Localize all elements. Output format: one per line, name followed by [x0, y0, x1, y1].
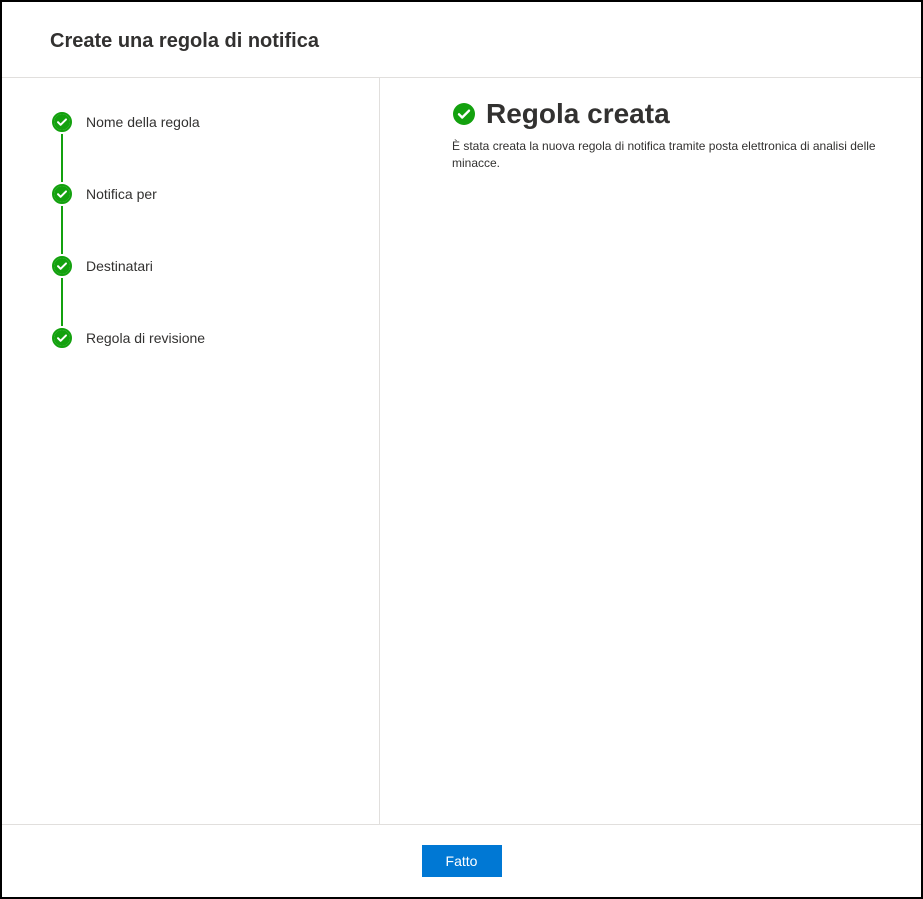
wizard-main: Regola creata È stata creata la nuova re…	[380, 78, 921, 824]
result-description: È stata creata la nuova regola di notifi…	[452, 138, 897, 172]
wizard-step-notify-for: Notifica per	[50, 182, 379, 206]
content-wrapper: Nome della regola Notifica per Destinata…	[2, 77, 921, 824]
result-header: Regola creata	[452, 98, 897, 130]
result-title: Regola creata	[486, 98, 670, 130]
step-connector	[61, 134, 63, 182]
wizard-sidebar: Nome della regola Notifica per Destinata…	[2, 78, 380, 824]
wizard-step-recipients: Destinatari	[50, 254, 379, 278]
page-title: Create una regola di notifica	[50, 30, 873, 53]
success-check-icon	[452, 102, 476, 126]
wizard-step-rule-name: Nome della regola	[50, 110, 379, 134]
check-circle-icon	[50, 182, 74, 206]
step-connector	[61, 206, 63, 254]
step-connector	[61, 278, 63, 326]
check-circle-icon	[50, 326, 74, 350]
wizard-step-label: Destinatari	[86, 258, 153, 274]
wizard-step-review-rule: Regola di revisione	[50, 326, 379, 350]
done-button[interactable]: Fatto	[422, 845, 502, 877]
check-circle-icon	[50, 110, 74, 134]
wizard-footer: Fatto	[2, 824, 921, 897]
wizard-header: Create una regola di notifica	[2, 2, 921, 77]
wizard-step-label: Regola di revisione	[86, 330, 205, 346]
wizard-step-label: Nome della regola	[86, 114, 200, 130]
wizard-steps: Nome della regola Notifica per Destinata…	[50, 110, 379, 350]
wizard-step-label: Notifica per	[86, 186, 157, 202]
check-circle-icon	[50, 254, 74, 278]
